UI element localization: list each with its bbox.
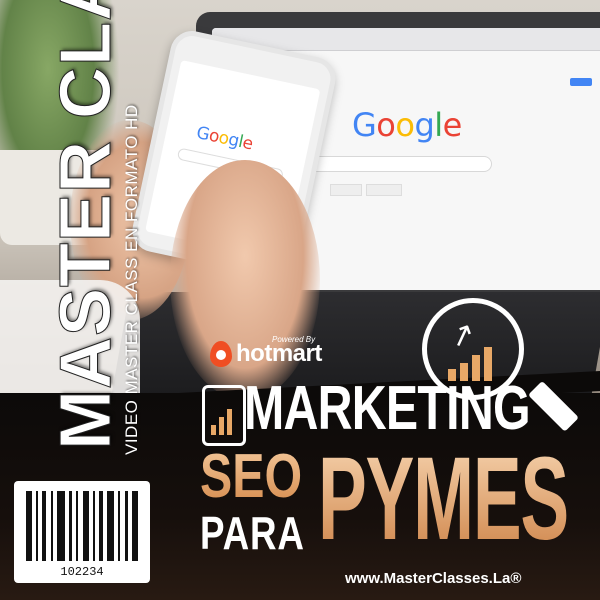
title-pymes: PYMES [318, 433, 569, 565]
website-url: www.MasterClasses.La® [345, 570, 522, 587]
barcode-number: 102234 [60, 565, 104, 579]
title-marketing: MARKETING [244, 374, 531, 443]
laptop-search-button-mock [330, 184, 362, 196]
laptop-google-logo: Google [352, 106, 462, 144]
hotmart-flame-icon [210, 341, 232, 367]
laptop-lucky-button-mock [366, 184, 402, 196]
title-para: PARA [200, 507, 305, 559]
laptop-search-box [290, 156, 492, 172]
vertical-subtitle: VIDEO MASTER CLASS EN FORMATO HD [122, 104, 141, 455]
hotmart-logo: hotmart [236, 340, 322, 367]
barcode: 102234 [14, 481, 150, 583]
phone-google-logo: Google [194, 122, 255, 155]
signin-button-mock [570, 78, 592, 86]
barcode-bars [26, 491, 138, 561]
cover-image: Google Google MASTER CLASS VIDEO MASTER … [0, 0, 600, 600]
vertical-title: MASTER CLASS [46, 0, 127, 451]
title-seo: SEO [200, 442, 303, 511]
mobile-chart-icon [202, 385, 246, 446]
